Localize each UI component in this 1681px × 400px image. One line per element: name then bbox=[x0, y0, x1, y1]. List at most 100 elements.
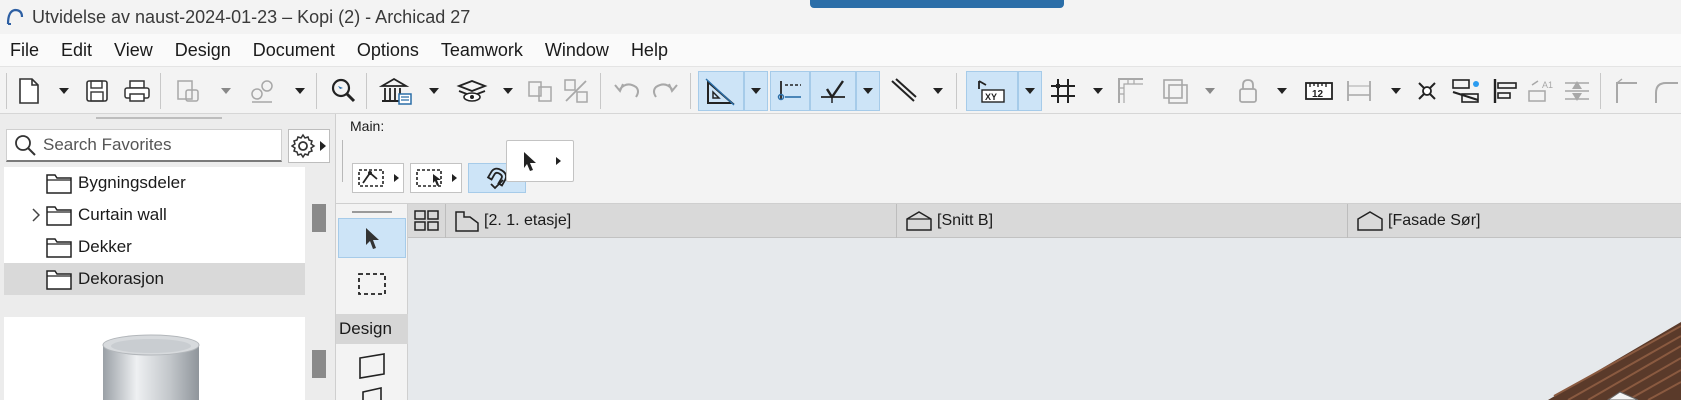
building-dropdown[interactable] bbox=[426, 71, 442, 111]
toolbar-separator bbox=[690, 73, 691, 109]
new-file-button[interactable] bbox=[14, 71, 44, 111]
layers-icon bbox=[456, 80, 488, 102]
panel-drag-handle[interactable] bbox=[96, 117, 222, 119]
redo-button[interactable] bbox=[648, 71, 682, 111]
toolbar-separator bbox=[6, 73, 7, 109]
lock-button[interactable] bbox=[1232, 71, 1264, 111]
save-icon bbox=[86, 80, 108, 102]
menu-options[interactable]: Options bbox=[346, 40, 430, 61]
menu-window[interactable]: Window bbox=[534, 40, 620, 61]
expand-chevron[interactable] bbox=[26, 208, 46, 222]
trace-reference-button[interactable] bbox=[1448, 71, 1484, 111]
tab-floor-plan[interactable]: [2. 1. etasje] bbox=[446, 204, 897, 238]
renumber-button[interactable]: A1 bbox=[1524, 71, 1558, 111]
menu-teamwork[interactable]: Teamwork bbox=[430, 40, 534, 61]
teamwork-dropdown[interactable] bbox=[292, 71, 308, 111]
menu-file[interactable]: File bbox=[0, 40, 50, 61]
snap-lines-dropdown[interactable] bbox=[930, 71, 946, 111]
guide-lines-button[interactable] bbox=[698, 71, 744, 111]
intersect-button[interactable] bbox=[1410, 71, 1444, 111]
menu-document[interactable]: Document bbox=[242, 40, 346, 61]
grid-snap-dropdown[interactable] bbox=[1090, 71, 1106, 111]
corner-icon bbox=[1616, 78, 1637, 103]
print-icon bbox=[124, 80, 150, 102]
dimension-button[interactable] bbox=[1342, 71, 1376, 111]
parameter-transfer-button[interactable] bbox=[560, 71, 592, 111]
menu-edit[interactable]: Edit bbox=[50, 40, 103, 61]
publish-dropdown[interactable] bbox=[218, 71, 234, 111]
transfer-button[interactable] bbox=[524, 71, 556, 111]
tab-section[interactable]: [Snitt B] bbox=[897, 204, 1348, 238]
chevron-down-icon bbox=[863, 88, 873, 94]
dimension-dropdown[interactable] bbox=[1388, 71, 1404, 111]
tree-item-curtain-wall[interactable]: Curtain wall bbox=[4, 199, 305, 231]
toolbox-section-design[interactable]: Design bbox=[336, 314, 408, 344]
marquee-tool-button[interactable] bbox=[338, 264, 406, 304]
selection-method-button[interactable] bbox=[352, 163, 404, 193]
toolbox-drag-handle[interactable] bbox=[352, 211, 392, 213]
grid-snap-button[interactable] bbox=[1046, 71, 1080, 111]
drawing-canvas[interactable] bbox=[408, 238, 1681, 400]
menu-view[interactable]: View bbox=[103, 40, 164, 61]
publish-button[interactable] bbox=[172, 71, 204, 111]
chevron-right-icon bbox=[32, 208, 40, 222]
display-options-dropdown[interactable] bbox=[1202, 71, 1218, 111]
preview-scrollbar-thumb[interactable] bbox=[312, 350, 326, 378]
tree-item-label: Dekker bbox=[78, 237, 132, 256]
lock-dropdown[interactable] bbox=[1274, 71, 1290, 111]
display-options-button[interactable] bbox=[1158, 71, 1192, 111]
teamwork-icon bbox=[251, 80, 273, 103]
tab-elevation[interactable]: [Fasade Sør] bbox=[1348, 204, 1681, 238]
arrow-tool-settings-button[interactable] bbox=[506, 140, 574, 182]
teamwork-button[interactable] bbox=[246, 71, 278, 111]
cursor-snap-button[interactable] bbox=[810, 71, 856, 111]
xy-coordinates-icon: XY bbox=[978, 80, 1005, 103]
tree-item-dekker[interactable]: Dekker bbox=[4, 231, 305, 263]
save-button[interactable] bbox=[82, 71, 112, 111]
menu-help[interactable]: Help bbox=[620, 40, 679, 61]
new-file-dropdown[interactable] bbox=[56, 71, 72, 111]
building-button[interactable] bbox=[376, 71, 416, 111]
snap-lines-button[interactable] bbox=[884, 71, 922, 111]
cursor-snap-dropdown[interactable] bbox=[856, 71, 880, 111]
column-tool-button[interactable] bbox=[338, 384, 406, 400]
search-favorites-input[interactable] bbox=[43, 135, 273, 155]
menu-design[interactable]: Design bbox=[164, 40, 242, 61]
fillet-button[interactable] bbox=[1650, 71, 1680, 111]
layers-button[interactable] bbox=[454, 71, 490, 111]
favorites-tree: Bygningsdeler Curtain wall Dekker Dekora… bbox=[4, 167, 305, 295]
layers-dropdown[interactable] bbox=[500, 71, 516, 111]
chevron-right-icon bbox=[320, 141, 326, 151]
wall-tool-button[interactable] bbox=[338, 346, 406, 386]
tab-overview-button[interactable] bbox=[408, 204, 446, 238]
tree-scrollbar-thumb[interactable] bbox=[312, 204, 326, 232]
marquee-mode-button[interactable] bbox=[410, 163, 462, 193]
xy-coordinates-dropdown[interactable] bbox=[1018, 71, 1042, 111]
snap-guides-button[interactable] bbox=[770, 71, 810, 111]
edit-plane-button[interactable] bbox=[1114, 71, 1148, 111]
tree-item-bygningsdeler[interactable]: Bygningsdeler bbox=[4, 167, 305, 199]
corner-button[interactable] bbox=[1610, 71, 1642, 111]
chevron-down-icon bbox=[295, 88, 305, 94]
tree-item-dekorasjon[interactable]: Dekorasjon bbox=[4, 263, 305, 295]
guide-lines-dropdown[interactable] bbox=[744, 71, 768, 111]
gear-icon bbox=[291, 133, 316, 159]
xy-coordinates-button[interactable]: XY bbox=[966, 71, 1018, 111]
grid-view-icon bbox=[413, 210, 439, 231]
favorites-settings-button[interactable] bbox=[288, 129, 330, 163]
undo-button[interactable] bbox=[610, 71, 644, 111]
arrow-tool-button[interactable] bbox=[338, 218, 406, 258]
search-icon bbox=[15, 135, 36, 156]
polygon-selection-icon bbox=[357, 169, 384, 187]
folder-icon bbox=[46, 238, 72, 258]
toolbar-separator bbox=[1600, 73, 1601, 109]
chevron-down-icon bbox=[751, 88, 761, 94]
align-icon bbox=[1493, 79, 1517, 103]
title-accent-bar bbox=[810, 0, 1064, 8]
align-button[interactable] bbox=[1488, 71, 1522, 111]
print-button[interactable] bbox=[120, 71, 154, 111]
measure-button[interactable]: 12 bbox=[1302, 71, 1336, 111]
find-select-button[interactable] bbox=[326, 71, 360, 111]
elevate-button[interactable] bbox=[1560, 71, 1594, 111]
fillet-icon bbox=[1655, 82, 1678, 103]
